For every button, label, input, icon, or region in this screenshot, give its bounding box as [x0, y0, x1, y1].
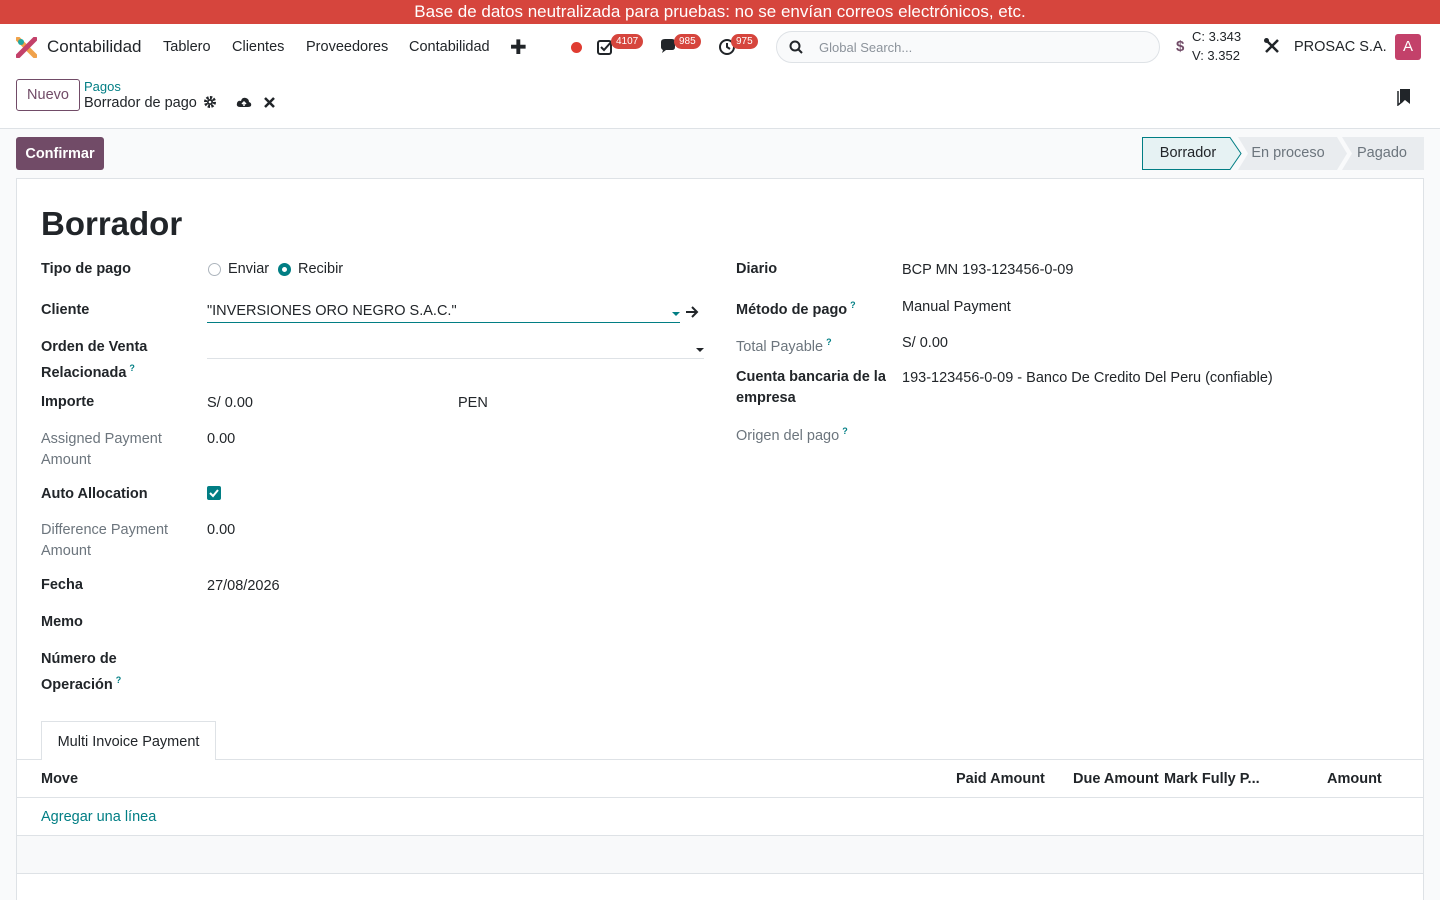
label-bank-account: Cuenta bancaria de la empresa [736, 369, 886, 406]
label-assigned-amount: Assigned Payment Amount [41, 431, 162, 468]
exchange-rate-sell: V: 3.352 [1192, 48, 1240, 63]
table-row [17, 836, 1423, 874]
label-auto-allocation: Auto Allocation [41, 486, 148, 502]
date-field[interactable]: 27/08/2026 [207, 578, 280, 594]
top-navbar: Contabilidad Tablero Clientes Proveedore… [0, 24, 1440, 70]
operation-number-field[interactable] [207, 649, 704, 671]
label-payment-type: Tipo de pago [41, 261, 131, 277]
label-date: Fecha [41, 577, 83, 593]
label-sale-order: Orden de Venta Relacionada? [41, 339, 148, 381]
radio-recibir-label[interactable]: Recibir [298, 261, 343, 277]
status-bar: Confirmar Borrador En proceso Pagado [0, 130, 1440, 178]
table-header-divider [17, 797, 1423, 798]
company-switcher[interactable]: PROSAC S.A. [1294, 39, 1387, 55]
column-paid-amount[interactable]: Paid Amount [956, 771, 1045, 787]
test-database-banner: Base de datos neutralizada para pruebas:… [0, 0, 1440, 24]
page-title: Borrador [41, 205, 183, 242]
radio-recibir[interactable] [278, 263, 291, 276]
currency-field[interactable]: PEN [458, 395, 488, 411]
breadcrumb-current: Borrador de pago [84, 95, 197, 111]
customer-field[interactable]: "INVERSIONES ORO NEGRO S.A.C." [207, 303, 457, 319]
messages-badge: 985 [674, 34, 701, 49]
radio-enviar[interactable] [208, 263, 221, 276]
control-panel: Nuevo Pagos Borrador de pago [0, 70, 1440, 129]
table-row-divider [17, 873, 1423, 874]
search-icon [789, 40, 803, 54]
exchange-rate-buy: C: 3.343 [1192, 29, 1242, 44]
label-payment-origin: Origen del pago? [736, 426, 848, 444]
customer-dropdown-icon[interactable] [672, 312, 680, 316]
amount-field[interactable]: S/ 0.00 [207, 395, 253, 411]
activities-badge: 4107 [611, 34, 644, 49]
confirm-button[interactable]: Confirmar [16, 137, 104, 170]
arrow-right-icon[interactable] [685, 306, 699, 318]
sale-order-dropdown-icon[interactable] [696, 348, 704, 352]
stage-en-proceso[interactable]: En proceso [1245, 137, 1331, 170]
plus-icon[interactable]: ✚ [510, 35, 527, 60]
dollar-icon: $ [1176, 38, 1185, 55]
stage-pagado[interactable]: Pagado [1350, 137, 1414, 170]
label-customer: Cliente [41, 302, 90, 318]
menu-proveedores[interactable]: Proveedores [306, 39, 388, 55]
breadcrumb-payments[interactable]: Pagos [84, 79, 121, 94]
payment-method-field[interactable]: Manual Payment [902, 299, 1011, 315]
new-button[interactable]: Nuevo [16, 79, 80, 111]
label-operation-number: Número de Operación? [41, 651, 122, 693]
sale-order-field[interactable] [207, 358, 704, 359]
label-total-payable: Total Payable? [736, 337, 832, 355]
discard-icon[interactable] [264, 97, 275, 108]
label-memo: Memo [41, 614, 83, 630]
global-search[interactable]: Global Search... [776, 31, 1160, 63]
menu-contabilidad[interactable]: Contabilidad [409, 39, 490, 55]
menu-clientes[interactable]: Clientes [232, 39, 284, 55]
column-move[interactable]: Move [41, 771, 78, 787]
auto-allocation-checkbox[interactable] [207, 486, 221, 500]
difference-amount-value: 0.00 [207, 522, 236, 538]
column-amount[interactable]: Amount [1327, 771, 1382, 787]
tab-multi-invoice-payment[interactable]: Multi Invoice Payment [41, 721, 216, 760]
app-name[interactable]: Contabilidad [47, 37, 142, 57]
total-payable-value: S/ 0.00 [902, 335, 948, 351]
stage-borrador[interactable]: Borrador [1143, 137, 1233, 170]
debug-tools-icon[interactable] [1263, 37, 1281, 55]
timer-badge: 975 [731, 34, 758, 49]
search-placeholder: Global Search... [819, 40, 913, 55]
bookmark-icon[interactable] [1397, 88, 1411, 106]
accounting-app-icon[interactable] [16, 37, 37, 58]
menu-tablero[interactable]: Tablero [163, 39, 211, 55]
form-sheet: Borrador Tipo de pago Enviar Recibir Cli… [16, 178, 1424, 900]
record-icon[interactable] [571, 42, 582, 53]
customer-underline [207, 322, 680, 323]
gear-icon[interactable] [203, 95, 217, 109]
label-payment-method: Método de pago? [736, 300, 856, 318]
label-journal: Diario [736, 261, 778, 277]
column-mark-fully-paid[interactable]: Mark Fully P... [1164, 771, 1260, 787]
radio-enviar-label[interactable]: Enviar [228, 261, 269, 277]
memo-field[interactable] [207, 612, 704, 634]
journal-field[interactable]: BCP MN 193-123456-0-09 [902, 262, 1073, 278]
label-amount: Importe [41, 394, 95, 410]
user-avatar[interactable]: A [1395, 34, 1421, 60]
bank-account-field[interactable]: 193-123456-0-09 - Banco De Credito Del P… [902, 370, 1273, 386]
column-due-amount[interactable]: Due Amount [1073, 771, 1159, 787]
cloud-save-icon[interactable] [236, 95, 252, 109]
tab-divider [17, 759, 1423, 760]
assigned-amount-value: 0.00 [207, 431, 236, 447]
check-icon [209, 489, 219, 498]
add-line-link[interactable]: Agregar una línea [41, 809, 156, 825]
label-difference-amount: Difference Payment Amount [41, 522, 169, 559]
